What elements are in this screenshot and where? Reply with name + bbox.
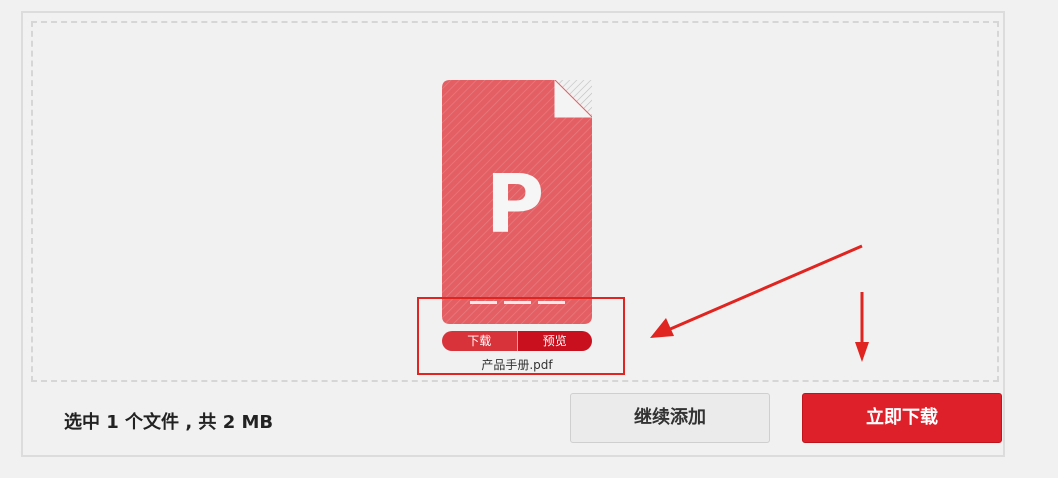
file-type-letter: P (486, 158, 545, 251)
file-card: P (442, 80, 592, 324)
annotation-highlight-box (417, 297, 625, 375)
upload-panel: P 下载 预览 产品手册.pdf 选中 1 个文件 , 共 2 MB 继续添加 … (21, 11, 1005, 457)
continue-add-button[interactable]: 继续添加 (570, 393, 770, 443)
download-now-button[interactable]: 立即下载 (802, 393, 1002, 443)
pdf-file-icon: P (442, 80, 592, 324)
selection-summary: 选中 1 个文件 , 共 2 MB (64, 412, 274, 433)
